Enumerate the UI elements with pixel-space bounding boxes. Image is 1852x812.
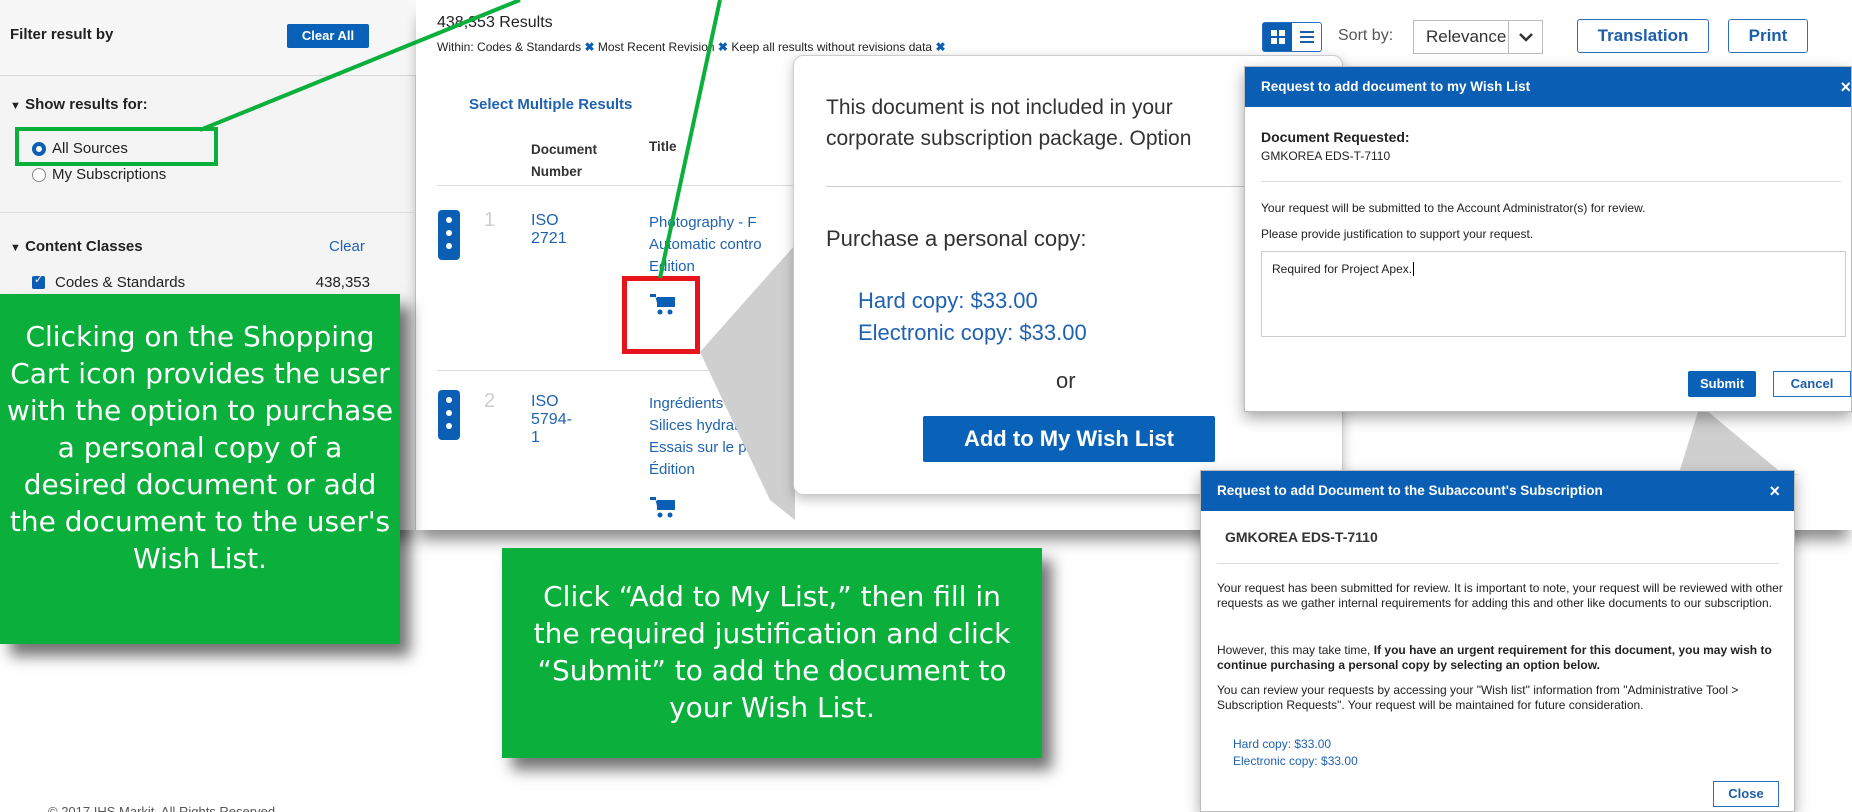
copyright: © 2017 IHS Markit. All Rights Reserved.	[48, 804, 279, 812]
callout-center: Click “Add to My List,” then fill in the…	[502, 548, 1042, 758]
callout-line	[199, 0, 521, 132]
callout-left: Clicking on the Shopping Cart icon provi…	[0, 294, 400, 644]
callout-line	[658, 0, 722, 279]
